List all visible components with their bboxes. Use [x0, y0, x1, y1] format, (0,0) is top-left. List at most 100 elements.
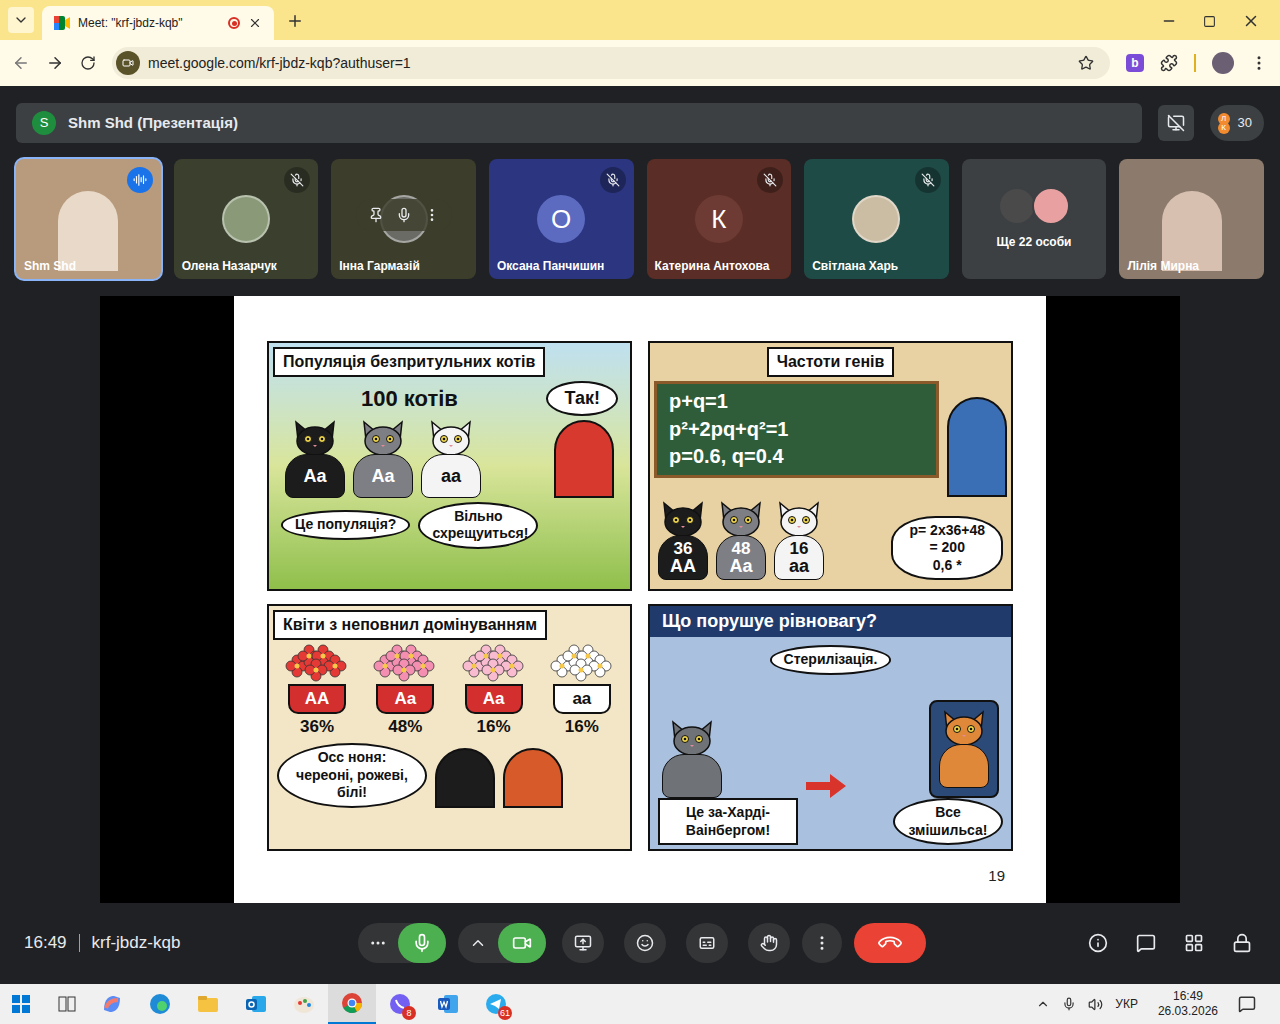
- restore-icon[interactable]: [1203, 15, 1216, 28]
- stop-presentation-button[interactable]: [1158, 105, 1194, 141]
- flower-percent: 36%: [300, 714, 334, 740]
- taskbar-app[interactable]: [136, 984, 184, 1024]
- taskbar-app[interactable]: [184, 984, 232, 1024]
- volume-icon[interactable]: [1088, 997, 1103, 1012]
- host-controls-icon[interactable]: [1232, 933, 1252, 953]
- avatar: [222, 195, 270, 243]
- participant-name: Shm Shd: [24, 257, 76, 275]
- muted-icon: [284, 167, 310, 193]
- leave-call-button[interactable]: [854, 923, 926, 963]
- participant-tile[interactable]: Ще 22 особи: [962, 159, 1107, 279]
- participant-strip: Shm Shd Олена Назарчук Інна ГармазійООксан…: [0, 159, 1280, 279]
- cat: [939, 710, 989, 788]
- participant-tile[interactable]: ООксана Панчишин: [489, 159, 634, 279]
- bookmark-icon[interactable]: [1078, 55, 1094, 71]
- reactions-button[interactable]: [624, 923, 666, 963]
- presentation-bar: SShm Shd (Презентація): [16, 103, 1142, 143]
- presentation-stage: Популяція безпритульних котів100 котівТа…: [100, 296, 1180, 903]
- participant-name: Олена Назарчук: [182, 257, 277, 275]
- mic-button[interactable]: [398, 923, 446, 963]
- present-button[interactable]: [562, 923, 604, 963]
- cat-head-icon: [360, 420, 406, 456]
- speech-bubble: Так!: [546, 381, 618, 416]
- formula: p²+2pq+q²=1: [669, 416, 924, 444]
- cat: 16aa: [774, 501, 824, 580]
- close-window-icon[interactable]: [1242, 12, 1260, 30]
- camera-button[interactable]: [498, 923, 546, 963]
- more-options-button[interactable]: [802, 923, 842, 963]
- forward-icon[interactable]: [46, 54, 64, 72]
- browser-tab[interactable]: Meet: "krf-jbdz-kqb": [42, 6, 274, 40]
- comic-panel: Частоти генівp+q=1p²+2pq+q²=1p=0.6, q=0.…: [648, 341, 1013, 591]
- speech-bubble: Вільно схрещуиться!: [418, 502, 538, 549]
- browser-menu-icon[interactable]: [1250, 54, 1268, 72]
- flower-pot: AA36%: [285, 644, 349, 739]
- mic-icon[interactable]: [396, 207, 412, 223]
- cat-label: aa: [789, 557, 809, 575]
- tab-search-button[interactable]: [8, 7, 34, 33]
- windows-start-icon[interactable]: [12, 995, 30, 1013]
- comic-panel: Що порушуе рівновагу?Стерилізація.Це за-…: [648, 604, 1013, 851]
- participant-tile[interactable]: Shm Shd: [16, 159, 161, 279]
- taskbar-app[interactable]: [88, 984, 136, 1024]
- taskbar-app[interactable]: [328, 984, 376, 1024]
- participant-tile[interactable]: Олена Назарчук: [174, 159, 319, 279]
- mini-avatar: К: [1218, 122, 1230, 134]
- participant-tile[interactable]: Інна Гармазій: [331, 159, 476, 279]
- video-options-button[interactable]: [458, 923, 498, 963]
- cat-count: 48: [732, 540, 751, 557]
- minimize-icon[interactable]: [1161, 13, 1177, 29]
- avatar: [1032, 187, 1070, 225]
- comic-panel: Квіти з неповнил домінуваннямAA36%Aa48%A…: [267, 604, 632, 851]
- back-icon[interactable]: [12, 54, 30, 72]
- participant-tile[interactable]: ККатерина Антохова: [647, 159, 792, 279]
- taskbar: 8 61 УКР 16:4926.03.2026: [0, 984, 1280, 1024]
- taskbar-app[interactable]: 8: [376, 984, 424, 1024]
- speech-bubble: Стерилізація.: [770, 645, 892, 675]
- notifications-icon[interactable]: [1238, 995, 1256, 1013]
- address-bar[interactable]: meet.google.com/krf-jbdz-kqb?authuser=1: [112, 47, 1110, 79]
- banner: Це за-Харді-Ваінбергом!: [658, 798, 798, 845]
- tray-expand-icon[interactable]: [1036, 997, 1050, 1011]
- control-bar: 16:49krf-jbdz-kqb: [0, 918, 1280, 968]
- clock[interactable]: 16:4926.03.2026: [1150, 989, 1226, 1019]
- raise-hand-button[interactable]: [748, 923, 790, 963]
- language-indicator[interactable]: УКР: [1115, 995, 1138, 1013]
- boy-figure: [947, 397, 1007, 497]
- cat-count: 36: [674, 540, 693, 557]
- close-tab-icon[interactable]: [248, 16, 262, 30]
- recording-icon: [228, 17, 240, 29]
- task-view-icon[interactable]: [58, 996, 76, 1012]
- participant-tile[interactable]: Світлана Харь: [804, 159, 949, 279]
- extension-button[interactable]: b: [1126, 54, 1144, 72]
- participant-tile[interactable]: Лілія Мирна: [1119, 159, 1264, 279]
- app-badge: 8: [402, 1006, 416, 1020]
- cat-label: AA: [670, 557, 696, 575]
- reload-icon[interactable]: [80, 55, 96, 71]
- taskbar-app[interactable]: 61: [472, 984, 520, 1024]
- captions-button[interactable]: [686, 923, 728, 963]
- taskbar-app[interactable]: [280, 984, 328, 1024]
- audio-options-button[interactable]: [358, 923, 398, 963]
- extensions-icon[interactable]: [1160, 54, 1178, 72]
- taskbar-app[interactable]: [232, 984, 280, 1024]
- pin-icon[interactable]: [368, 207, 384, 223]
- panel-title: Популяція безпритульних котів: [273, 347, 545, 377]
- info-icon[interactable]: [1088, 933, 1108, 953]
- cat: 36AA: [658, 501, 708, 580]
- profile-avatar[interactable]: [1212, 52, 1234, 74]
- formula: p+q=1: [669, 388, 924, 416]
- participants-button[interactable]: ЛК30: [1210, 105, 1264, 141]
- flower-icon: [373, 644, 437, 684]
- flower-icon: [285, 644, 349, 684]
- site-info-icon[interactable]: [116, 51, 140, 75]
- taskbar-app[interactable]: [424, 984, 472, 1024]
- speech-bubble: Осс ноня: череоні, рожеві, білі!: [277, 743, 427, 808]
- flower-pot: Aa16%: [462, 644, 526, 739]
- more-icon[interactable]: [424, 207, 440, 223]
- tray-mic-icon[interactable]: [1062, 997, 1076, 1011]
- activities-icon[interactable]: [1184, 933, 1204, 953]
- chat-icon[interactable]: [1136, 933, 1156, 953]
- panel-title: Частоти генів: [767, 347, 895, 377]
- new-tab-icon[interactable]: [286, 12, 304, 30]
